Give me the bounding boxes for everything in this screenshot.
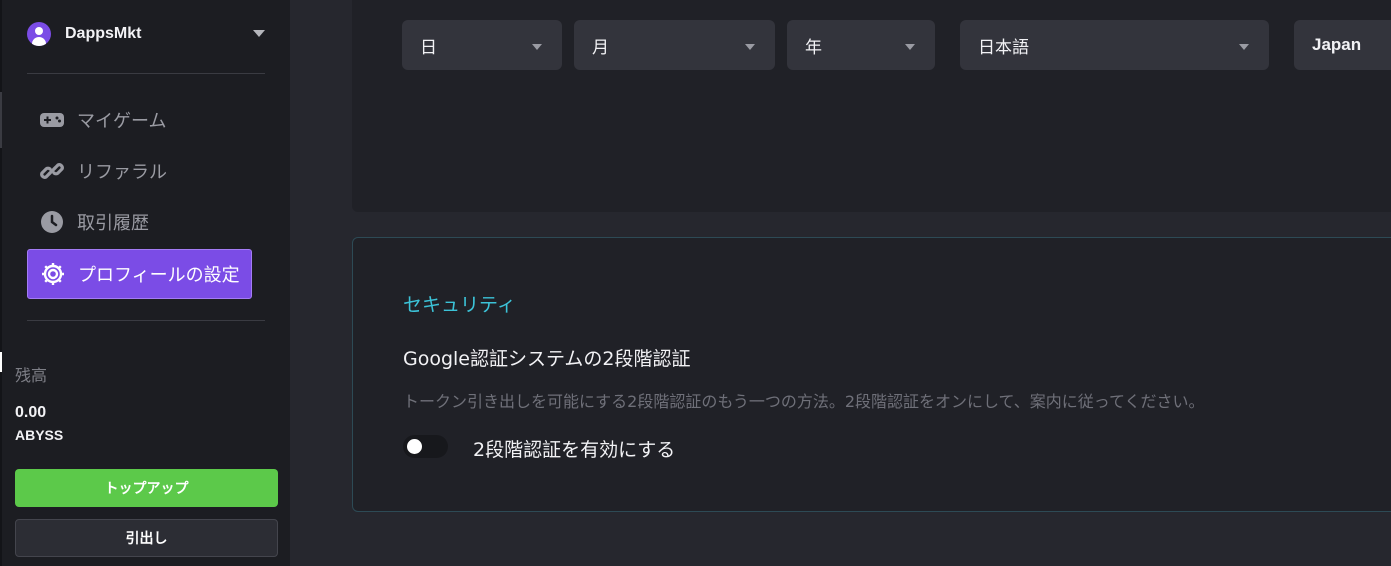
topup-button[interactable]: トップアップ xyxy=(15,469,278,507)
withdraw-button[interactable]: 引出し xyxy=(15,519,278,557)
select-value: 日 xyxy=(420,37,437,58)
link-icon xyxy=(39,158,65,184)
sidebar-item-label: マイゲーム xyxy=(77,111,167,132)
language-select[interactable]: 日本語 xyxy=(960,20,1269,70)
scroll-indicator xyxy=(0,92,2,148)
sidebar-edge xyxy=(0,0,2,566)
sidebar-divider xyxy=(27,73,265,74)
select-value: 月 xyxy=(592,37,609,58)
two-factor-toggle-label[interactable]: 2段階認証を有効にする xyxy=(473,435,675,462)
chevron-down-icon xyxy=(1239,44,1249,50)
select-value: Japan xyxy=(1312,35,1362,54)
scroll-indicator-secondary xyxy=(0,352,2,372)
toggle-knob xyxy=(407,439,422,454)
user-menu[interactable]: DappsMkt xyxy=(27,20,267,48)
two-factor-heading: Google認証システムの2段階認証 xyxy=(403,348,691,370)
gear-icon xyxy=(40,261,66,287)
sidebar-item-profile-settings[interactable]: プロフィールの設定 xyxy=(27,249,252,299)
security-panel: セキュリティ Google認証システムの2段階認証 トークン引き出しを可能にする… xyxy=(352,237,1391,512)
select-value: 年 xyxy=(805,37,822,58)
chevron-down-icon[interactable] xyxy=(253,30,265,37)
two-factor-description: トークン引き出しを可能にする2段階認証のもう一つの方法。2段階認証をオンにして、… xyxy=(403,392,1205,411)
birth-day-select[interactable]: 日 xyxy=(402,20,562,70)
birth-year-select[interactable]: 年 xyxy=(787,20,935,70)
gamepad-icon xyxy=(39,107,65,133)
username: DappsMkt xyxy=(65,25,142,42)
balance-label: 残高 xyxy=(15,366,48,385)
chevron-down-icon xyxy=(745,44,755,50)
sidebar-item-referral[interactable]: リファラル xyxy=(27,146,252,196)
profile-panel: 日 月 年 日本語 Japan xyxy=(352,0,1391,212)
sidebar-item-label: リファラル xyxy=(77,162,167,183)
two-factor-toggle[interactable] xyxy=(403,435,448,458)
balance-amount: 0.00 xyxy=(15,404,47,421)
sidebar-divider xyxy=(27,320,265,321)
birth-month-select[interactable]: 月 xyxy=(574,20,775,70)
select-value: 日本語 xyxy=(978,37,1029,58)
sidebar-item-transaction-history[interactable]: 取引履歴 xyxy=(27,197,252,247)
avatar xyxy=(27,22,51,46)
sidebar-item-label: プロフィールの設定 xyxy=(78,265,240,286)
chevron-down-icon xyxy=(532,44,542,50)
sidebar-item-label: 取引履歴 xyxy=(77,213,149,234)
country-select[interactable]: Japan xyxy=(1294,20,1391,70)
sidebar-item-my-games[interactable]: マイゲーム xyxy=(27,95,252,145)
clock-icon xyxy=(39,209,65,235)
chevron-down-icon xyxy=(905,44,915,50)
sidebar: DappsMkt マイゲーム リファラル 取引履歴 プロフィールの設定 残高 0… xyxy=(0,0,290,566)
app-root: DappsMkt マイゲーム リファラル 取引履歴 プロフィールの設定 残高 0… xyxy=(0,0,1391,566)
balance-currency: ABYSS xyxy=(15,427,64,443)
section-title: セキュリティ xyxy=(403,294,516,316)
